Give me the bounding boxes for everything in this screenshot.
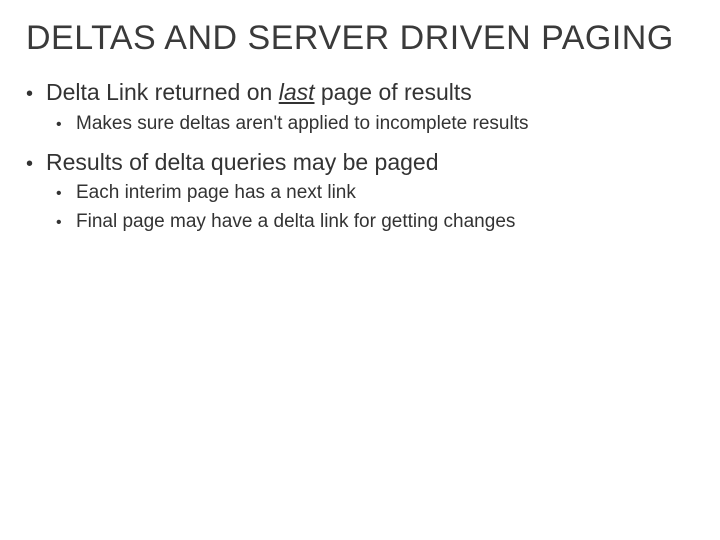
bullet-level1: • Delta Link returned on last page of re…: [26, 77, 692, 108]
slide-title: DELTAS AND SERVER DRIVEN PAGING: [26, 18, 692, 59]
bullet-text: Results of delta queries may be paged: [46, 147, 439, 178]
bullet-text: Final page may have a delta link for get…: [76, 209, 515, 236]
text-part: page of results: [315, 79, 472, 105]
bullet-icon: •: [56, 214, 76, 232]
bullet-text: Delta Link returned on last page of resu…: [46, 77, 472, 108]
bullet-text: Makes sure deltas aren't applied to inco…: [76, 111, 528, 138]
slide: DELTAS AND SERVER DRIVEN PAGING • Delta …: [0, 0, 720, 263]
bullet-icon: •: [56, 116, 76, 134]
text-emphasis: last: [279, 79, 315, 105]
text-part: Delta Link returned on: [46, 79, 279, 105]
bullet-icon: •: [56, 185, 76, 203]
bullet-icon: •: [26, 83, 46, 106]
bullet-text: Each interim page has a next link: [76, 180, 356, 207]
bullet-icon: •: [26, 153, 46, 176]
bullet-level2: • Final page may have a delta link for g…: [56, 209, 692, 236]
bullet-level2: • Each interim page has a next link: [56, 180, 692, 207]
bullet-level2: • Makes sure deltas aren't applied to in…: [56, 111, 692, 138]
bullet-level1: • Results of delta queries may be paged: [26, 147, 692, 178]
